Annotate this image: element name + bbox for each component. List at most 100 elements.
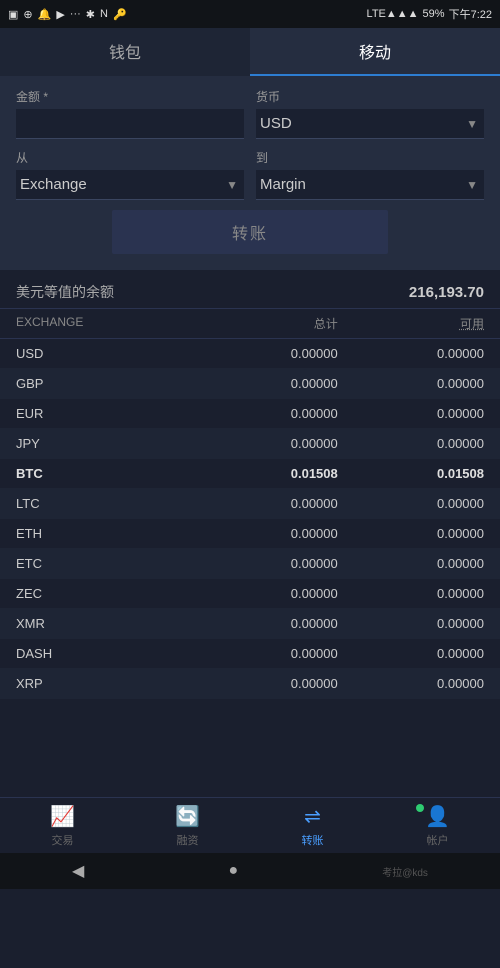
transfer-button[interactable]: 转账 <box>112 210 388 254</box>
cell-total: 0.00000 <box>192 526 338 541</box>
cell-total: 0.01508 <box>192 466 338 481</box>
currency-label: 货币 <box>256 88 484 105</box>
currency-select[interactable]: USD ▼ <box>256 109 484 139</box>
table-row: XRP 0.00000 0.00000 <box>0 669 500 699</box>
to-label: 到 <box>256 149 484 166</box>
cell-total: 0.00000 <box>192 586 338 601</box>
cell-available: 0.00000 <box>338 586 484 601</box>
table-row: ZEC 0.00000 0.00000 <box>0 579 500 609</box>
cell-available: 0.00000 <box>338 436 484 451</box>
amount-group: 金额 * <box>16 88 244 139</box>
funding-label: 融资 <box>177 832 199 848</box>
cell-available: 0.00000 <box>338 556 484 571</box>
cell-currency-name: EUR <box>16 406 192 421</box>
account-online-dot <box>416 804 424 812</box>
cell-total: 0.00000 <box>192 556 338 571</box>
cell-currency-name: USD <box>16 346 192 361</box>
top-tabs: 钱包 移动 <box>0 28 500 76</box>
table-row: BTC 0.01508 0.01508 <box>0 459 500 489</box>
from-select[interactable]: Exchange ▼ <box>16 170 244 200</box>
cell-total: 0.00000 <box>192 616 338 631</box>
account-icon: 👤 <box>425 804 450 829</box>
funding-icon: 🔄 <box>175 804 200 829</box>
sys-nav-bar: ◀ ● 考拉@kds <box>0 853 500 889</box>
table-row: GBP 0.00000 0.00000 <box>0 369 500 399</box>
icon-nfc: N <box>100 8 108 20</box>
nav-item-account[interactable]: 👤 帐户 <box>375 798 500 853</box>
cell-currency-name: ETC <box>16 556 192 571</box>
status-left-icons: ▣ ⊕ 🔔 ▶ ··· ✱ N 🔑 <box>8 8 127 21</box>
cell-available: 0.00000 <box>338 676 484 691</box>
trading-icon: 📈 <box>50 804 75 829</box>
cell-available: 0.00000 <box>338 346 484 361</box>
back-button[interactable]: ◀ <box>72 861 84 881</box>
cell-total: 0.00000 <box>192 376 338 391</box>
table-row: LTC 0.00000 0.00000 <box>0 489 500 519</box>
status-bar: ▣ ⊕ 🔔 ▶ ··· ✱ N 🔑 LTE▲▲▲ 59% 下午7:22 <box>0 0 500 28</box>
account-label: 帐户 <box>427 832 449 848</box>
table-row: JPY 0.00000 0.00000 <box>0 429 500 459</box>
cell-total: 0.00000 <box>192 646 338 661</box>
from-group: 从 Exchange ▼ <box>16 149 244 200</box>
currency-group: 货币 USD ▼ <box>256 88 484 139</box>
form-row-amount-currency: 金额 * 货币 USD ▼ <box>16 88 484 139</box>
signal-indicator: LTE▲▲▲ <box>367 8 419 20</box>
cell-available: 0.00000 <box>338 646 484 661</box>
nav-item-funding[interactable]: 🔄 融资 <box>125 798 250 853</box>
amount-label: 金额 * <box>16 88 244 105</box>
balance-section: 美元等值的余额 216,193.70 <box>0 270 500 309</box>
form-area: 金额 * 货币 USD ▼ 从 Exchange ▼ 到 Margin ▼ <box>0 76 500 270</box>
cell-currency-name: JPY <box>16 436 192 451</box>
from-label: 从 <box>16 149 244 166</box>
cell-available: 0.00000 <box>338 526 484 541</box>
cell-available: 0.00000 <box>338 376 484 391</box>
nav-item-transfer[interactable]: ⇌ 转账 <box>250 798 375 853</box>
icon-bt: ✱ <box>86 8 95 21</box>
brand-label: 考拉@kds <box>382 864 428 879</box>
cell-available: 0.00000 <box>338 406 484 421</box>
transfer-btn-row: 转账 <box>16 210 484 254</box>
balance-value: 216,193.70 <box>409 284 484 301</box>
icon-circle: ⊕ <box>23 8 32 21</box>
to-value: Margin <box>256 170 484 199</box>
icon-box: ▣ <box>8 8 18 21</box>
cell-currency-name: ETH <box>16 526 192 541</box>
col-header-total: 总计 <box>192 315 338 332</box>
icon-dots: ··· <box>70 8 81 20</box>
tab-transfer[interactable]: 移动 <box>250 28 500 76</box>
table-row: ETC 0.00000 0.00000 <box>0 549 500 579</box>
table-header: EXCHANGE 总计 可用 <box>0 309 500 339</box>
cell-currency-name: BTC <box>16 466 192 481</box>
to-group: 到 Margin ▼ <box>256 149 484 200</box>
cell-available: 0.00000 <box>338 616 484 631</box>
transfer-nav-icon: ⇌ <box>304 804 321 829</box>
col-header-available: 可用 <box>338 315 484 332</box>
to-arrow-icon: ▼ <box>466 178 478 192</box>
from-arrow-icon: ▼ <box>226 178 238 192</box>
currency-value: USD <box>256 109 484 138</box>
balance-label: 美元等值的余额 <box>16 282 114 302</box>
form-row-from-to: 从 Exchange ▼ 到 Margin ▼ <box>16 149 484 200</box>
icon-bell: 🔔 <box>38 8 52 21</box>
cell-currency-name: GBP <box>16 376 192 391</box>
cell-currency-name: ZEC <box>16 586 192 601</box>
col-header-name: EXCHANGE <box>16 315 192 332</box>
time-display: 下午7:22 <box>449 6 492 22</box>
tab-wallet[interactable]: 钱包 <box>0 28 250 76</box>
cell-total: 0.00000 <box>192 496 338 511</box>
currency-arrow-icon: ▼ <box>466 117 478 131</box>
cell-currency-name: XMR <box>16 616 192 631</box>
cell-total: 0.00000 <box>192 676 338 691</box>
table-row: ETH 0.00000 0.00000 <box>0 519 500 549</box>
home-button[interactable]: ● <box>228 862 238 880</box>
cell-available: 0.01508 <box>338 466 484 481</box>
cell-total: 0.00000 <box>192 436 338 451</box>
battery-indicator: 59% <box>423 8 445 20</box>
amount-input[interactable] <box>16 109 244 139</box>
bottom-nav: 📈 交易 🔄 融资 ⇌ 转账 👤 帐户 <box>0 797 500 853</box>
table-row: DASH 0.00000 0.00000 <box>0 639 500 669</box>
table-row: USD 0.00000 0.00000 <box>0 339 500 369</box>
to-select[interactable]: Margin ▼ <box>256 170 484 200</box>
nav-item-trading[interactable]: 📈 交易 <box>0 798 125 853</box>
icon-play: ▶ <box>56 8 64 21</box>
